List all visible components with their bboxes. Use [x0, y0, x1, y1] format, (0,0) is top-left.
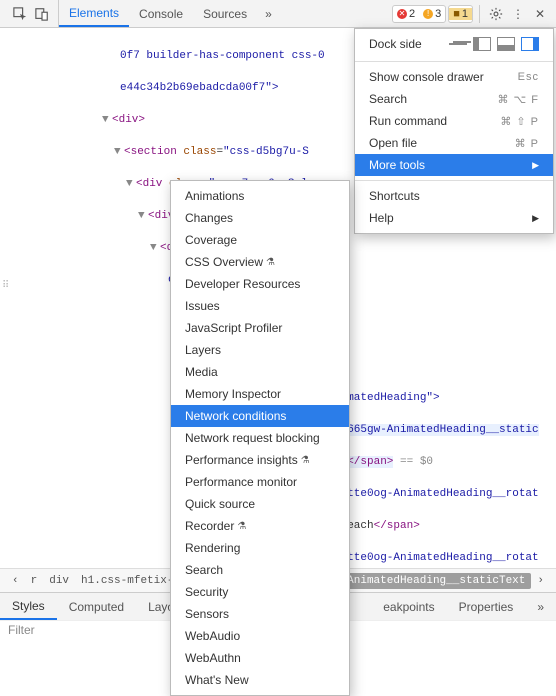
- submenu-network-conditions[interactable]: Network conditions: [171, 405, 349, 427]
- inspect-element-icon[interactable]: [10, 4, 30, 24]
- menu-separator: [355, 61, 553, 62]
- submenu-performance-monitor[interactable]: Performance monitor: [171, 471, 349, 493]
- main-menu: Dock side Show console drawerEsc Search⌘…: [354, 28, 554, 234]
- menu-open-file[interactable]: Open file⌘ P: [355, 132, 553, 154]
- submenu-animations[interactable]: Animations: [171, 185, 349, 207]
- breadcrumb-item[interactable]: div: [43, 573, 75, 589]
- submenu-search[interactable]: Search: [171, 559, 349, 581]
- breadcrumb-selected[interactable]: gw-AnimatedHeading__staticText: [321, 573, 531, 589]
- tab-sources[interactable]: Sources: [193, 0, 257, 27]
- flask-icon: ⚗: [301, 455, 310, 466]
- submenu-recorder[interactable]: Recorder⚗: [171, 515, 349, 537]
- dock-side-label: Dock side: [369, 37, 422, 51]
- menu-more-tools[interactable]: More tools▶: [355, 154, 553, 176]
- tab-console[interactable]: Console: [129, 0, 193, 27]
- menu-shortcuts[interactable]: Shortcuts: [355, 185, 553, 207]
- error-count: 2: [409, 8, 415, 20]
- submenu-css-overview[interactable]: CSS Overview⚗: [171, 251, 349, 273]
- chevron-right-icon: ▶: [532, 160, 539, 171]
- divider: [479, 5, 480, 23]
- menu-help[interactable]: Help▶: [355, 207, 553, 229]
- dock-bottom-icon[interactable]: [497, 37, 515, 51]
- inspect-group: [4, 0, 59, 27]
- breadcrumb-scroll-left[interactable]: ‹: [6, 573, 25, 589]
- breadcrumb-item[interactable]: r: [25, 573, 44, 589]
- tab-styles[interactable]: Styles: [0, 593, 57, 620]
- submenu-memory-inspector[interactable]: Memory Inspector: [171, 383, 349, 405]
- submenu-media[interactable]: Media: [171, 361, 349, 383]
- submenu-what-s-new[interactable]: What's New: [171, 669, 349, 691]
- submenu-quick-source[interactable]: Quick source: [171, 493, 349, 515]
- device-toggle-icon[interactable]: [32, 4, 52, 24]
- error-warning-badges[interactable]: ✕2 !3: [392, 5, 446, 23]
- dock-right-icon[interactable]: [521, 37, 539, 51]
- submenu-developer-resources[interactable]: Developer Resources: [171, 273, 349, 295]
- more-tabs-icon[interactable]: »: [257, 0, 280, 27]
- warning-count: 3: [435, 8, 441, 20]
- drag-handle-icon[interactable]: ⠿: [2, 280, 10, 291]
- dock-left-icon[interactable]: [473, 37, 491, 51]
- kebab-menu-icon[interactable]: ⋮: [508, 4, 528, 24]
- issues-badge[interactable]: ■1: [448, 5, 473, 23]
- breadcrumb-scroll-right[interactable]: ›: [531, 573, 550, 589]
- menu-search[interactable]: Search⌘ ⌥ F: [355, 88, 553, 110]
- tab-computed[interactable]: Computed: [57, 593, 136, 620]
- more-tools-submenu: AnimationsChangesCoverageCSS Overview⚗De…: [170, 180, 350, 696]
- tab-properties[interactable]: Properties: [447, 593, 526, 620]
- settings-gear-icon[interactable]: [486, 4, 506, 24]
- submenu-sensors[interactable]: Sensors: [171, 603, 349, 625]
- submenu-javascript-profiler[interactable]: JavaScript Profiler: [171, 317, 349, 339]
- submenu-security[interactable]: Security: [171, 581, 349, 603]
- devtools-toolbar: Elements Console Sources » ✕2 !3 ■1 ⋮ ✕: [0, 0, 556, 28]
- toolbar-right: ✕2 !3 ■1 ⋮ ✕: [392, 4, 552, 24]
- panel-tabs: Elements Console Sources »: [59, 0, 280, 27]
- menu-show-console-drawer[interactable]: Show console drawerEsc: [355, 66, 553, 88]
- submenu-rendering[interactable]: Rendering: [171, 537, 349, 559]
- tab-elements[interactable]: Elements: [59, 0, 129, 27]
- dock-side-row: Dock side: [355, 33, 553, 57]
- submenu-webaudio[interactable]: WebAudio: [171, 625, 349, 647]
- submenu-performance-insights[interactable]: Performance insights⚗: [171, 449, 349, 471]
- submenu-layers[interactable]: Layers: [171, 339, 349, 361]
- submenu-network-request-blocking[interactable]: Network request blocking: [171, 427, 349, 449]
- flask-icon: ⚗: [266, 257, 275, 268]
- more-panel-tabs-icon[interactable]: »: [525, 593, 556, 620]
- close-icon[interactable]: ✕: [530, 4, 550, 24]
- error-badge[interactable]: ✕2: [393, 8, 419, 20]
- warning-badge[interactable]: !3: [419, 8, 445, 20]
- submenu-webauthn[interactable]: WebAuthn: [171, 647, 349, 669]
- menu-separator: [355, 180, 553, 181]
- tab-breakpoints[interactable]: eakpoints: [371, 593, 446, 620]
- menu-run-command[interactable]: Run command⌘ ⇧ P: [355, 110, 553, 132]
- dock-undock-icon[interactable]: [449, 43, 467, 45]
- issues-count: 1: [462, 8, 468, 20]
- submenu-issues[interactable]: Issues: [171, 295, 349, 317]
- chevron-right-icon: ▶: [532, 213, 539, 224]
- submenu-changes[interactable]: Changes: [171, 207, 349, 229]
- submenu-coverage[interactable]: Coverage: [171, 229, 349, 251]
- flask-icon: ⚗: [237, 521, 246, 532]
